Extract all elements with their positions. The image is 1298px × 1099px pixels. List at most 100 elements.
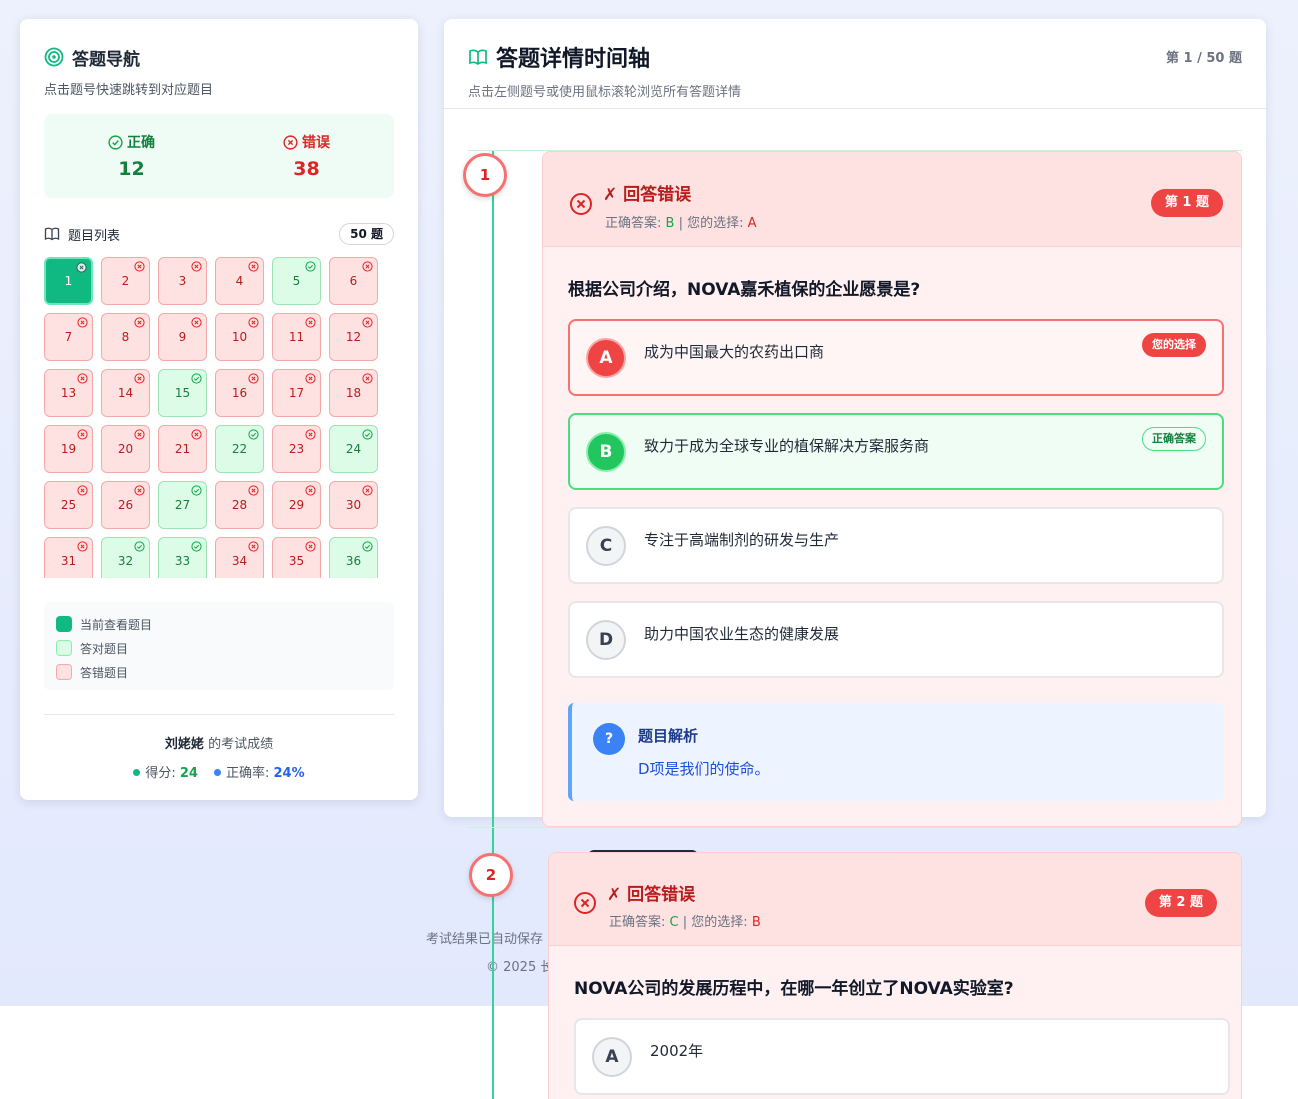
- legend-current-label: 当前查看题目: [80, 617, 153, 632]
- question-nav-button[interactable]: 10: [215, 313, 264, 361]
- question-number: 23: [288, 442, 305, 456]
- question-nav-button[interactable]: 24: [329, 425, 378, 473]
- question-grid-scroll[interactable]: 1 2 3 4 5 6 7 8 9 10 11 12 13 14 15 16 17 18 19 20 21 22 23 24 2…: [44, 257, 394, 578]
- question-number: 30: [345, 498, 362, 512]
- question-nav-button[interactable]: 9: [158, 313, 207, 361]
- target-icon: [44, 47, 64, 67]
- question-nav-button[interactable]: 29: [272, 481, 321, 529]
- question-nav-button[interactable]: 30: [329, 481, 378, 529]
- score-title: 刘姥姥 的考试成绩: [44, 733, 394, 752]
- x-circle-icon: [283, 134, 298, 150]
- legend-current: 当前查看题目: [56, 612, 382, 636]
- question-mark-icon: ?: [593, 723, 625, 755]
- correct-answer-label: 正确答案:: [605, 216, 662, 231]
- question-nav-button[interactable]: 14: [101, 369, 150, 417]
- examinee-name: 刘姥姥: [164, 737, 204, 752]
- question-nav-button[interactable]: 22: [215, 425, 264, 473]
- check-circle-icon: [134, 541, 145, 552]
- question-number: 35: [288, 554, 305, 568]
- option-text: 助力中国农业生态的健康发展: [644, 625, 840, 643]
- divider: [44, 714, 394, 715]
- question-nav-button[interactable]: 19: [44, 425, 93, 473]
- score-value: 24: [179, 766, 198, 781]
- question-nav-button[interactable]: 2: [101, 257, 150, 305]
- legend-right-swatch: [56, 640, 72, 656]
- question-nav-button[interactable]: 23: [272, 425, 321, 473]
- question-nav-button[interactable]: 27: [158, 481, 207, 529]
- timeline-node-1[interactable]: 1: [463, 153, 507, 197]
- question-number: 4: [235, 274, 244, 288]
- question-nav-button[interactable]: 13: [44, 369, 93, 417]
- question-nav-button[interactable]: 11: [272, 313, 321, 361]
- option-d[interactable]: D 助力中国农业生态的健康发展: [568, 601, 1224, 678]
- question-nav-button[interactable]: 26: [101, 481, 150, 529]
- score-item: 得分: 24: [133, 762, 198, 781]
- legend-wrong-label: 答错题目: [80, 665, 129, 680]
- check-circle-icon: [191, 485, 202, 496]
- timeline-line: [492, 150, 494, 1099]
- question-nav-button[interactable]: 7: [44, 313, 93, 361]
- question-nav-button[interactable]: 34: [215, 537, 264, 578]
- question-number: 28: [231, 498, 248, 512]
- question-nav-button[interactable]: 5: [272, 257, 321, 305]
- answer-status: ✗ 回答错误: [603, 185, 692, 205]
- question-nav-button[interactable]: 17: [272, 369, 321, 417]
- question-nav-button[interactable]: 20: [101, 425, 150, 473]
- nav-subtitle: 点击题号快速跳转到对应题目: [44, 83, 214, 98]
- question-nav-button[interactable]: 28: [215, 481, 264, 529]
- option-a[interactable]: A 2002年: [574, 1018, 1230, 1095]
- question-nav-button[interactable]: 36: [329, 537, 378, 578]
- question-nav-button[interactable]: 35: [272, 537, 321, 578]
- nav-title: 答题导航: [72, 49, 140, 70]
- question-nav-button[interactable]: 6: [329, 257, 378, 305]
- question-number: 34: [231, 554, 248, 568]
- question-number: 24: [345, 442, 362, 456]
- x-circle-icon: [77, 317, 88, 328]
- question-nav-button[interactable]: 25: [44, 481, 93, 529]
- book-icon: [44, 227, 60, 241]
- option-b[interactable]: B 致力于成为全球专业的植保解决方案服务商 正确答案: [568, 413, 1224, 490]
- option-letter: A: [586, 338, 626, 378]
- check-circle-icon: [108, 134, 123, 150]
- question-nav-button[interactable]: 31: [44, 537, 93, 578]
- your-choice-tag: 您的选择: [1142, 333, 1206, 357]
- question-nav-button[interactable]: 33: [158, 537, 207, 578]
- question-nav-button[interactable]: 12: [329, 313, 378, 361]
- x-circle-icon: [362, 373, 373, 384]
- option-c[interactable]: C 专注于高端制剂的研发与生产: [568, 507, 1224, 584]
- x-circle-icon: [134, 429, 145, 440]
- stats-summary: 正确 12 错误 38: [44, 114, 394, 198]
- question-nav-button[interactable]: 3: [158, 257, 207, 305]
- question-number: 1: [64, 274, 73, 288]
- footer-copyright: © 2025 长: [486, 960, 554, 975]
- x-circle-icon: [362, 485, 373, 496]
- x-circle-icon: [134, 261, 145, 272]
- check-circle-icon: [305, 261, 316, 272]
- question-nav-button[interactable]: 32: [101, 537, 150, 578]
- question-nav-button[interactable]: 18: [329, 369, 378, 417]
- question-number: 10: [231, 330, 248, 344]
- correct-answer-tag: 正确答案: [1142, 427, 1206, 451]
- option-a[interactable]: A 成为中国最大的农药出口商 您的选择: [568, 319, 1224, 396]
- question-nav-button[interactable]: 16: [215, 369, 264, 417]
- question-number: 6: [349, 274, 358, 288]
- question-number: 14: [117, 386, 134, 400]
- question-nav-button[interactable]: 15: [158, 369, 207, 417]
- question-nav-button[interactable]: 8: [101, 313, 150, 361]
- x-circle-icon: [191, 317, 202, 328]
- question-nav-button[interactable]: 4: [215, 257, 264, 305]
- score-line: 得分: 24 正确率: 24%: [44, 762, 394, 781]
- question-number: 16: [231, 386, 248, 400]
- score-label: 得分:: [145, 766, 176, 781]
- question-card-header: ✗ 回答错误 正确答案: C | 您的选择: B 第 2 题: [549, 853, 1241, 946]
- question-nav-button[interactable]: 1: [44, 257, 93, 305]
- option-letter: C: [586, 526, 626, 566]
- question-number: 32: [117, 554, 134, 568]
- timeline-node-2[interactable]: 2: [469, 853, 513, 897]
- legend-right-label: 答对题目: [80, 641, 129, 656]
- answer-summary: 正确答案: C | 您的选择: B: [609, 911, 761, 930]
- question-number: 12: [345, 330, 362, 344]
- question-nav-button[interactable]: 21: [158, 425, 207, 473]
- timeline-title: 答题详情时间轴: [496, 47, 651, 72]
- question-number: 18: [345, 386, 362, 400]
